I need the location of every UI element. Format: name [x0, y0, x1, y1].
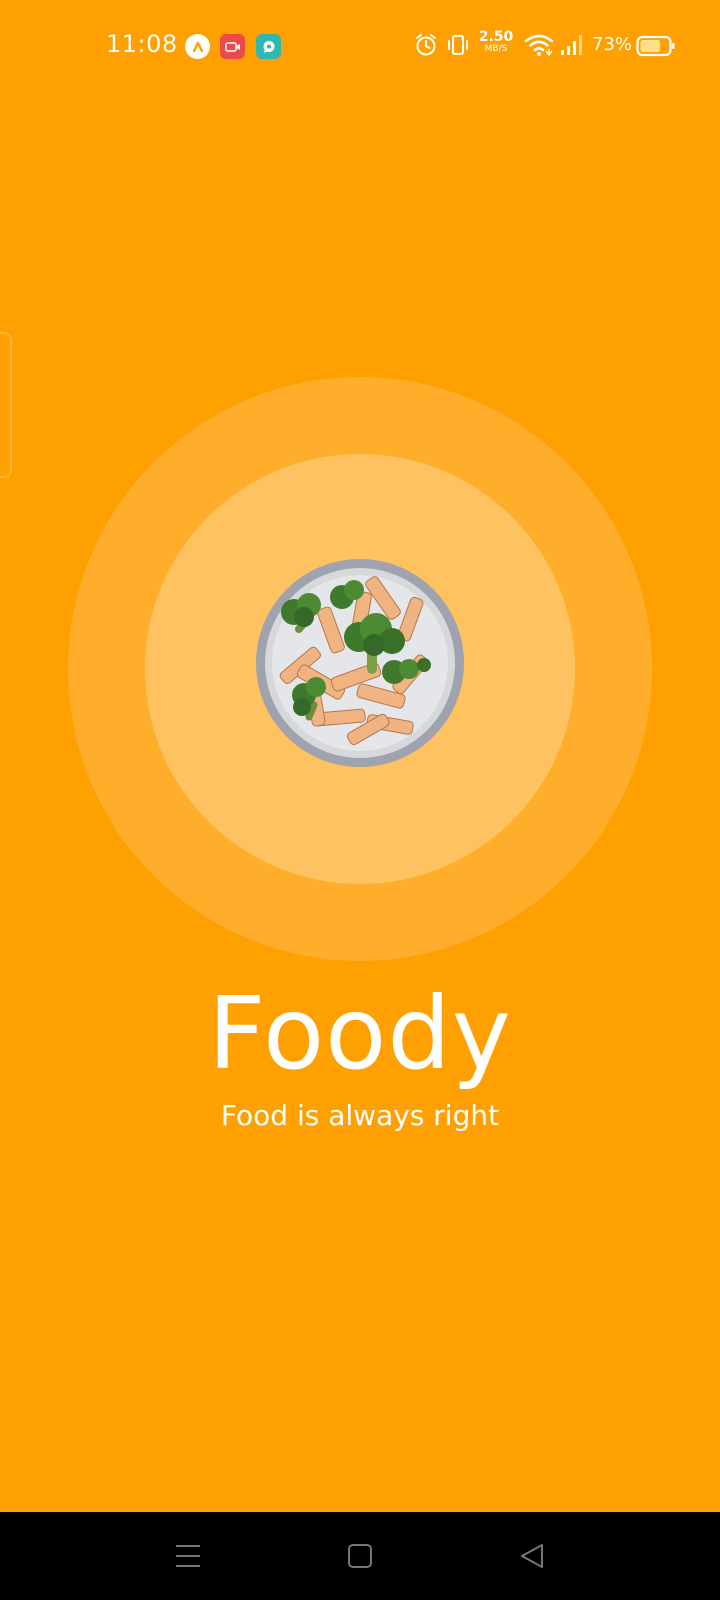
battery-icon	[636, 35, 676, 62]
vibrate-icon	[446, 32, 470, 63]
status-time: 11:08	[106, 30, 178, 58]
wifi-icon	[524, 32, 554, 63]
edge-panel-handle[interactable]	[0, 332, 12, 478]
menu-button[interactable]	[148, 1512, 228, 1600]
alarm-icon	[414, 32, 438, 63]
battery-level-fill	[640, 40, 661, 52]
pasta-plate-icon	[254, 557, 466, 769]
screen-record-icon	[220, 34, 245, 59]
home-icon	[348, 1544, 372, 1568]
home-button[interactable]	[320, 1512, 400, 1600]
assistant-a-icon	[185, 34, 210, 59]
network-speed: 2.50 MB/S	[478, 30, 514, 54]
chat-bubble-icon	[256, 34, 281, 59]
app-title: Foody	[208, 975, 512, 1092]
back-icon	[521, 1544, 543, 1568]
app-tagline: Food is always right	[220, 1099, 500, 1132]
status-bar: 11:08 2.50 MB/S 73%	[0, 0, 720, 92]
menu-icon	[176, 1545, 200, 1567]
cell-signal-icon	[560, 32, 586, 63]
network-speed-unit: MB/S	[484, 44, 508, 54]
navigation-bar	[0, 1512, 720, 1600]
battery-percent: 73%	[592, 34, 633, 55]
back-button[interactable]	[492, 1512, 572, 1600]
network-speed-value: 2.50	[478, 29, 514, 45]
